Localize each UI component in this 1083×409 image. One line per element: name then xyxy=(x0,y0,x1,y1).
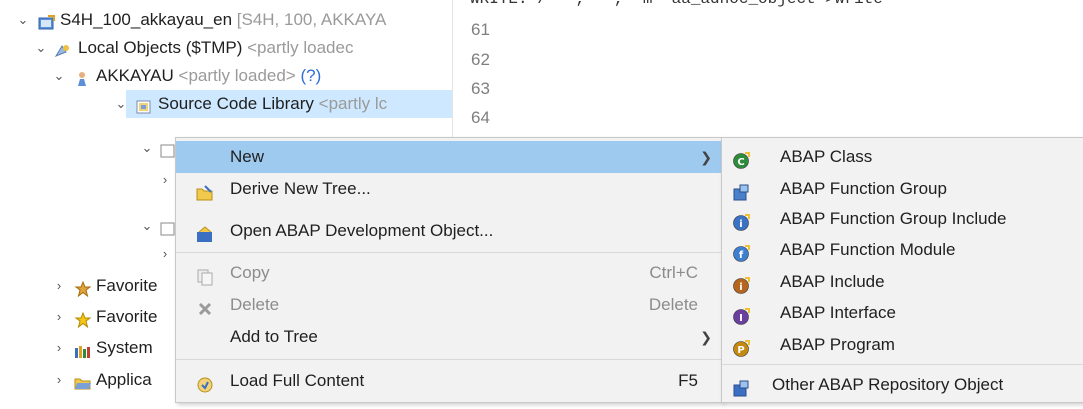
line-number: 63 xyxy=(471,79,490,98)
svg-text:f: f xyxy=(739,250,744,261)
local-objects-status: <partly loadec xyxy=(247,38,354,57)
submenu-item-abap-function-group[interactable]: ABAP Function Group xyxy=(722,173,1083,205)
chevron-right-icon[interactable]: › xyxy=(158,166,172,194)
abap-program-icon: P xyxy=(732,337,750,357)
favorites-label: Favorite xyxy=(96,307,158,326)
submenu-item-other-repository-object[interactable]: Other ABAP Repository Object xyxy=(722,369,1083,401)
tree-node-hidden-1[interactable]: ⌄ xyxy=(0,134,175,162)
tree-node-user[interactable]: ⌄ AKKAYAU <partly loaded> (?) xyxy=(0,62,452,90)
tree-node-project[interactable]: ⌄ S4H_100_akkayau_en [S4H, 100, AKKAYA xyxy=(0,6,452,34)
submenu-item-abap-class[interactable]: C ABAP Class xyxy=(722,141,1083,173)
abap-interface-icon: I xyxy=(732,305,750,325)
derive-tree-icon xyxy=(196,181,214,201)
submenu-item-abap-include[interactable]: i ABAP Include xyxy=(722,266,1083,298)
user-status: <partly loaded> xyxy=(178,66,296,85)
chevron-right-icon[interactable]: › xyxy=(52,272,66,300)
chevron-right-icon: ❯ xyxy=(700,149,712,165)
user-label: AKKAYAU xyxy=(96,66,174,85)
menu-item-new[interactable]: New ❯ xyxy=(176,141,722,173)
tree-node-hidden-4[interactable]: › xyxy=(0,240,175,268)
abap-function-group-icon xyxy=(732,181,750,201)
svg-text:i: i xyxy=(739,219,742,230)
submenu-item-abap-program[interactable]: P ABAP Program xyxy=(722,329,1083,361)
menu-separator xyxy=(176,252,722,253)
star-icon xyxy=(74,309,92,329)
tree-node-system[interactable]: › System xyxy=(0,334,175,362)
line-number: 62 xyxy=(471,50,490,69)
editor-line-gutter: 61 62 63 64 xyxy=(453,0,513,150)
copy-shortcut: Ctrl+C xyxy=(649,263,698,282)
menu-item-copy[interactable]: Copy Ctrl+C xyxy=(176,257,722,289)
tree-node-local-objects[interactable]: ⌄ Local Objects ($TMP) <partly loadec xyxy=(0,34,452,62)
menu-item-open-abap-object[interactable]: Open ABAP Development Object... xyxy=(176,215,722,247)
folder-icon xyxy=(160,140,176,158)
source-library-icon xyxy=(136,96,152,114)
delete-shortcut: Delete xyxy=(648,295,698,314)
svg-text:P: P xyxy=(737,345,744,356)
local-objects-label: Local Objects ($TMP) xyxy=(78,38,243,57)
tree-node-favorites-1[interactable]: › Favorite xyxy=(0,272,175,300)
load-shortcut: F5 xyxy=(678,371,698,390)
submenu-item-abap-interface[interactable]: I ABAP Interface xyxy=(722,297,1083,329)
svg-text:I: I xyxy=(739,313,743,324)
new-submenu: C ABAP Class ABAP Function Group i ABAP … xyxy=(721,137,1083,403)
chevron-down-icon[interactable]: ⌄ xyxy=(140,212,154,240)
copy-icon xyxy=(196,265,214,286)
chevron-right-icon[interactable]: › xyxy=(52,303,66,331)
svg-text:C: C xyxy=(737,157,744,168)
context-menu: New ❯ Derive New Tree... Open ABAP Devel… xyxy=(175,137,723,403)
abap-class-icon: C xyxy=(732,149,750,169)
project-details: [S4H, 100, AKKAYA xyxy=(236,10,387,29)
menu-item-delete[interactable]: Delete Delete xyxy=(176,289,722,321)
abap-function-module-icon: f xyxy=(732,242,750,262)
line-number: 61 xyxy=(471,20,490,39)
tree-node-favorites-2[interactable]: › Favorite xyxy=(0,303,175,331)
menu-item-derive-new-tree[interactable]: Derive New Tree... xyxy=(176,173,722,205)
tree-node-hidden-3[interactable]: ⌄ xyxy=(0,212,175,240)
system-label: System xyxy=(96,338,153,357)
editor-code-line-cut: WRITE: / '', '', 'm' aa_adhoc_object->wr… xyxy=(470,0,1083,10)
menu-separator xyxy=(722,364,1083,365)
tree-node-application[interactable]: › Applica xyxy=(0,366,175,394)
delete-icon xyxy=(196,297,214,316)
folder-icon xyxy=(160,218,176,236)
application-label: Applica xyxy=(96,370,152,389)
local-objects-icon xyxy=(54,40,70,58)
submenu-item-abap-function-module[interactable]: f ABAP Function Module xyxy=(722,234,1083,266)
favorites-label: Favorite xyxy=(96,276,158,295)
library-label: Source Code Library xyxy=(158,94,314,113)
project-name: S4H_100_akkayau_en xyxy=(60,10,233,29)
tree-node-source-code-library[interactable]: ⌄ Source Code Library <partly lc xyxy=(0,90,452,118)
library-status: <partly lc xyxy=(318,94,388,113)
system-library-icon xyxy=(74,340,90,358)
open-object-icon xyxy=(196,223,214,242)
chevron-down-icon[interactable]: ⌄ xyxy=(34,34,48,62)
abap-function-group-include-icon: i xyxy=(732,211,750,231)
other-repository-object-icon xyxy=(732,377,750,397)
favorite-objects-icon xyxy=(74,278,92,298)
chevron-right-icon[interactable]: › xyxy=(52,334,66,362)
menu-item-add-to-tree[interactable]: Add to Tree ❯ xyxy=(176,321,722,353)
svg-text:i: i xyxy=(739,282,742,293)
menu-item-load-full-content[interactable]: Load Full Content F5 xyxy=(176,365,722,397)
chevron-down-icon[interactable]: ⌄ xyxy=(16,6,30,34)
chevron-right-icon[interactable]: › xyxy=(52,366,66,394)
chevron-right-icon[interactable]: › xyxy=(158,240,172,268)
abap-include-icon: i xyxy=(732,274,750,294)
load-content-icon xyxy=(196,373,214,393)
help-link[interactable]: (?) xyxy=(300,66,321,85)
chevron-down-icon[interactable]: ⌄ xyxy=(140,134,154,162)
line-number: 64 xyxy=(471,108,490,127)
menu-separator xyxy=(176,359,722,360)
submenu-item-abap-function-group-include[interactable]: i ABAP Function Group Include xyxy=(722,203,1083,235)
abap-project-icon xyxy=(38,12,55,30)
tree-node-hidden-2[interactable]: › xyxy=(0,166,175,194)
application-folder-icon xyxy=(74,372,91,390)
chevron-down-icon[interactable]: ⌄ xyxy=(114,90,128,118)
user-icon xyxy=(74,68,90,86)
chevron-down-icon[interactable]: ⌄ xyxy=(52,62,66,90)
chevron-right-icon: ❯ xyxy=(700,329,712,345)
